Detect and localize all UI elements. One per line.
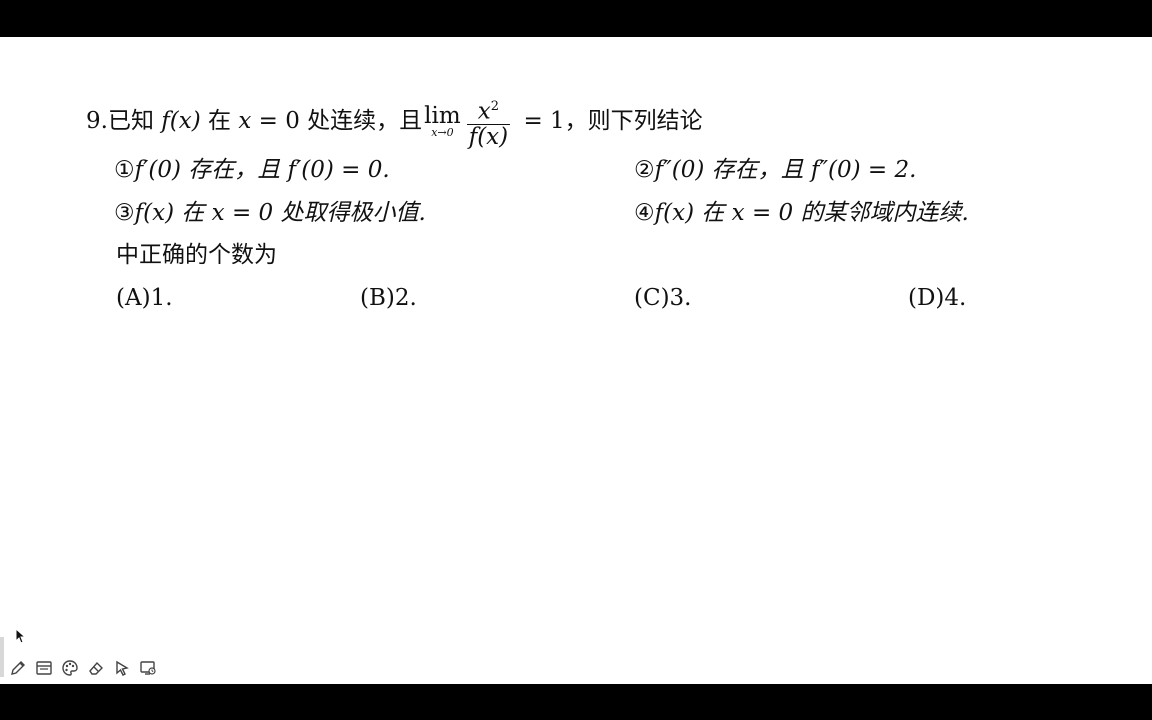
choice-a-label: (A) [116,285,151,311]
statement-2-marker: ② [634,157,655,183]
choice-b: (B)2. [360,283,417,313]
stem-text-1: 已知 [107,107,154,134]
document-page: 9.已知 f(x) 在 x = 0 处连续，且 lim x→0 x2 f(x) = 1，… [0,37,1152,684]
screen-icon[interactable] [138,658,158,678]
choice-d-label: (D) [908,285,945,311]
numerator-base: x [477,98,491,125]
fraction-numerator: x2 [466,95,511,125]
stem-text-2: 在 [208,107,232,134]
choice-a: (A)1. [116,283,173,313]
limit-value: = 1 [523,107,565,134]
scroll-indicator[interactable] [0,637,4,677]
pointer-icon[interactable] [112,658,132,678]
condition-variable: x [238,107,252,134]
problem-stem: 9.已知 f(x) 在 x = 0 处连续，且 lim x→0 x2 f(x) = 1，… [86,95,703,149]
window-icon[interactable] [34,658,54,678]
statement-4: ④f(x) 在 x = 0 的某邻域内连续. [634,198,969,228]
statement-4-marker: ④ [634,200,655,226]
stem-text-3: 处连续，且 [307,107,423,134]
choice-c: (C)3. [634,283,692,313]
statement-3: ③f(x) 在 x = 0 处取得极小值. [114,198,426,228]
statement-1: ①f′(0) 存在，且 f′(0) = 0. [114,155,390,185]
statement-1-marker: ① [114,157,135,183]
choice-b-value: 2. [394,285,417,311]
annotation-toolbar [8,658,158,678]
question-tail: 中正确的个数为 [116,242,277,268]
statement-4-text: f(x) 在 x = 0 的某邻域内连续. [654,200,969,226]
limit-word: lim [424,102,461,129]
choice-a-value: 1. [150,285,173,311]
choice-c-value: 3. [669,285,692,311]
problem-number: 9. [86,107,108,134]
limit-operator: lim x→0 [424,102,461,139]
choice-c-label: (C) [634,285,670,311]
fraction-denominator: f(x) [468,123,509,150]
choice-d-value: 4. [944,285,967,311]
statement-3-text: f(x) 在 x = 0 处取得极小值. [134,200,426,226]
pen-icon[interactable] [8,658,28,678]
limit-fraction: x2 f(x) [466,95,511,150]
screen: 9.已知 f(x) 在 x = 0 处连续，且 lim x→0 x2 f(x) = 1，… [0,0,1152,720]
function-fx: f(x) [161,107,201,134]
numerator-exponent: 2 [490,99,500,114]
palette-icon[interactable] [60,658,80,678]
choice-b-label: (B) [360,285,395,311]
statement-2: ②f″(0) 存在，且 f″(0) = 2. [634,155,916,185]
choice-d: (D)4. [908,283,966,313]
statement-2-text: f″(0) 存在，且 f″(0) = 2. [654,157,917,183]
statement-3-marker: ③ [114,200,135,226]
condition-equation: = 0 [258,107,300,134]
stem-text-4: ，则下列结论 [564,107,703,134]
eraser-icon[interactable] [86,658,106,678]
statement-1-text: f′(0) 存在，且 f′(0) = 0. [134,157,390,183]
